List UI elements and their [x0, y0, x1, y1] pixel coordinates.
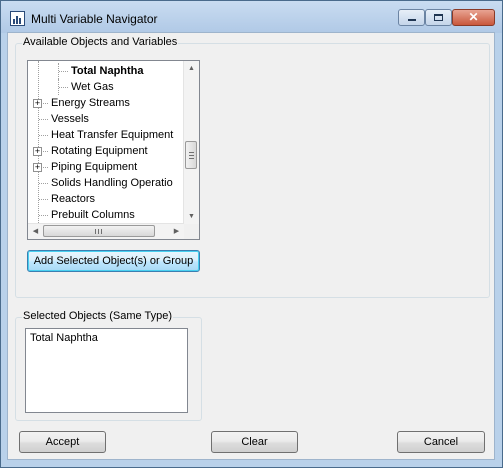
tree-item-label: Total Naphtha	[71, 65, 144, 77]
available-objects-group-title: Available Objects and Variables	[22, 36, 179, 48]
app-icon	[10, 11, 25, 26]
tree-vertical-scrollbar[interactable]: ▲ ▼	[183, 61, 199, 224]
maximize-icon	[434, 14, 443, 21]
tree-connector-line	[39, 183, 48, 184]
scroll-up-icon[interactable]: ▲	[184, 61, 199, 76]
title-bar[interactable]: Multi Variable Navigator ✕	[1, 1, 502, 33]
scroll-left-icon[interactable]: ◀	[28, 224, 43, 239]
expand-plus-icon[interactable]: +	[33, 147, 42, 156]
tree-item[interactable]: Wet Gas	[28, 79, 186, 95]
tree-horizontal-scrollbar[interactable]: ◀ ▶	[28, 223, 184, 239]
objects-tree[interactable]: Total Naphtha Wet Gas + Energy Streams Vesse…	[27, 60, 200, 240]
tree-item-label: Reactors	[51, 193, 96, 205]
tree-item[interactable]: Heat Transfer Equipment	[28, 127, 186, 143]
tree-connector-line	[39, 199, 48, 200]
tree-item-label: Energy Streams	[51, 97, 130, 109]
tree-item-label: Piping Equipment	[51, 161, 138, 173]
close-button[interactable]: ✕	[452, 9, 495, 26]
tree-item-label: Wet Gas	[71, 81, 114, 93]
tree-item-label: Heat Transfer Equipment	[51, 129, 174, 141]
tree-item-label: Rotating Equipment	[51, 145, 148, 157]
expand-plus-icon[interactable]: +	[33, 163, 42, 172]
maximize-button[interactable]	[425, 9, 452, 26]
scroll-down-icon[interactable]: ▼	[184, 209, 199, 224]
window-title: Multi Variable Navigator	[31, 12, 158, 26]
tree-item[interactable]: Reactors	[28, 191, 186, 207]
accept-button[interactable]: Accept	[19, 431, 106, 453]
tree-item-label: Solids Handling Operatio	[51, 177, 173, 189]
add-selected-objects-button[interactable]: Add Selected Object(s) or Group	[27, 250, 200, 272]
close-icon: ✕	[468, 10, 479, 24]
tree-item[interactable]: Solids Handling Operatio	[28, 175, 186, 191]
scroll-right-icon[interactable]: ▶	[169, 224, 184, 239]
scrollbar-corner	[184, 224, 199, 239]
tree-item-label: Prebuilt Columns	[51, 209, 135, 221]
tree-connector-line	[59, 87, 68, 88]
tree-connector-line	[59, 71, 68, 72]
tree-item[interactable]: Prebuilt Columns	[28, 207, 186, 223]
list-item[interactable]: Total Naphtha	[30, 332, 98, 344]
tree-item[interactable]: Vessels	[28, 111, 186, 127]
tree-connector-line	[39, 215, 48, 216]
tree-item[interactable]: Total Naphtha	[28, 63, 186, 79]
tree-item[interactable]: + Energy Streams	[28, 95, 186, 111]
tree-item-label: Vessels	[51, 113, 89, 125]
vertical-scroll-thumb[interactable]	[185, 141, 197, 169]
cancel-button[interactable]: Cancel	[397, 431, 485, 453]
horizontal-scroll-thumb[interactable]	[43, 225, 155, 237]
tree-item[interactable]: + Rotating Equipment	[28, 143, 186, 159]
expand-plus-icon[interactable]: +	[33, 99, 42, 108]
tree-connector-line	[39, 119, 48, 120]
selected-objects-group-title: Selected Objects (Same Type)	[22, 310, 173, 322]
selected-objects-list[interactable]: Total Naphtha	[25, 328, 188, 413]
minimize-icon	[408, 19, 416, 21]
tree-connector-line	[39, 135, 48, 136]
minimize-button[interactable]	[398, 9, 425, 26]
tree-item[interactable]: + Piping Equipment	[28, 159, 186, 175]
clear-button[interactable]: Clear	[211, 431, 298, 453]
